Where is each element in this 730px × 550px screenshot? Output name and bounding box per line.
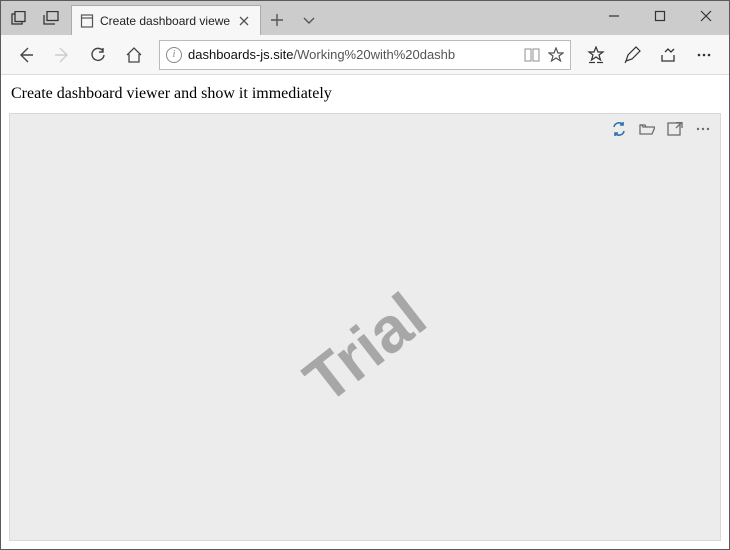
notes-button[interactable]	[615, 38, 649, 72]
page-content: Create dashboard viewer and show it imme…	[1, 75, 729, 549]
refresh-icon	[89, 46, 107, 64]
home-icon	[125, 46, 143, 64]
nav-forward-button[interactable]	[45, 38, 79, 72]
page-heading: Create dashboard viewer and show it imme…	[11, 85, 721, 103]
toolbar-right	[579, 38, 721, 72]
trial-watermark: Trial	[290, 279, 439, 418]
viewer-open-button[interactable]	[638, 120, 656, 138]
maximize-icon	[654, 10, 666, 22]
back-icon	[17, 46, 35, 64]
window-maximize-button[interactable]	[637, 1, 683, 31]
viewer-refresh-button[interactable]	[610, 120, 628, 138]
url-text: dashboards-js.site/Working%20with%20dash…	[188, 47, 518, 62]
window-controls	[591, 1, 729, 35]
share-button[interactable]	[651, 38, 685, 72]
close-icon	[239, 16, 249, 26]
page-icon	[80, 14, 94, 28]
viewer-toolbar	[610, 120, 712, 138]
favorites-hub-button[interactable]	[579, 38, 613, 72]
window-titlebar: Create dashboard viewe	[1, 1, 729, 35]
new-window-icon	[43, 11, 59, 25]
dashboard-viewer: Trial	[9, 113, 721, 541]
settings-more-button[interactable]	[687, 38, 721, 72]
window-minimize-button[interactable]	[591, 1, 637, 31]
viewer-menu-button[interactable]	[694, 120, 712, 138]
address-bar: i dashboards-js.site/Working%20with%20da…	[1, 35, 729, 75]
favorites-list-icon	[587, 46, 605, 64]
plus-icon	[270, 13, 284, 27]
url-input[interactable]: i dashboards-js.site/Working%20with%20da…	[159, 40, 571, 70]
url-host: dashboards-js.site	[188, 47, 294, 62]
fullscreen-icon	[667, 122, 683, 136]
url-path: /Working%20with%20dashb	[294, 47, 456, 62]
new-tab-button[interactable]	[261, 5, 293, 35]
tabs-icon	[11, 11, 27, 25]
tabs-aside-button[interactable]	[5, 4, 33, 32]
chevron-down-icon	[302, 13, 316, 27]
titlebar-left-controls	[1, 1, 65, 35]
pen-icon	[623, 46, 641, 64]
minimize-icon	[608, 10, 620, 22]
viewer-menu-icon	[695, 121, 711, 137]
url-actions	[524, 47, 564, 63]
reading-view-button[interactable]	[524, 48, 540, 62]
more-icon	[695, 46, 713, 64]
viewer-fullscreen-button[interactable]	[666, 120, 684, 138]
window-close-button[interactable]	[683, 1, 729, 31]
folder-open-icon	[639, 122, 655, 136]
tab-close-button[interactable]	[236, 13, 252, 29]
forward-icon	[53, 46, 71, 64]
nav-refresh-button[interactable]	[81, 38, 115, 72]
browser-tab-active[interactable]: Create dashboard viewe	[71, 5, 261, 35]
tab-title: Create dashboard viewe	[100, 14, 230, 28]
viewer-refresh-icon	[611, 121, 627, 137]
tab-actions-button[interactable]	[293, 5, 325, 35]
nav-back-button[interactable]	[9, 38, 43, 72]
nav-home-button[interactable]	[117, 38, 151, 72]
show-tabs-button[interactable]	[37, 4, 65, 32]
share-icon	[659, 46, 677, 64]
site-info-button[interactable]: i	[166, 47, 182, 63]
close-icon	[700, 10, 712, 22]
favorite-star-button[interactable]	[548, 47, 564, 63]
